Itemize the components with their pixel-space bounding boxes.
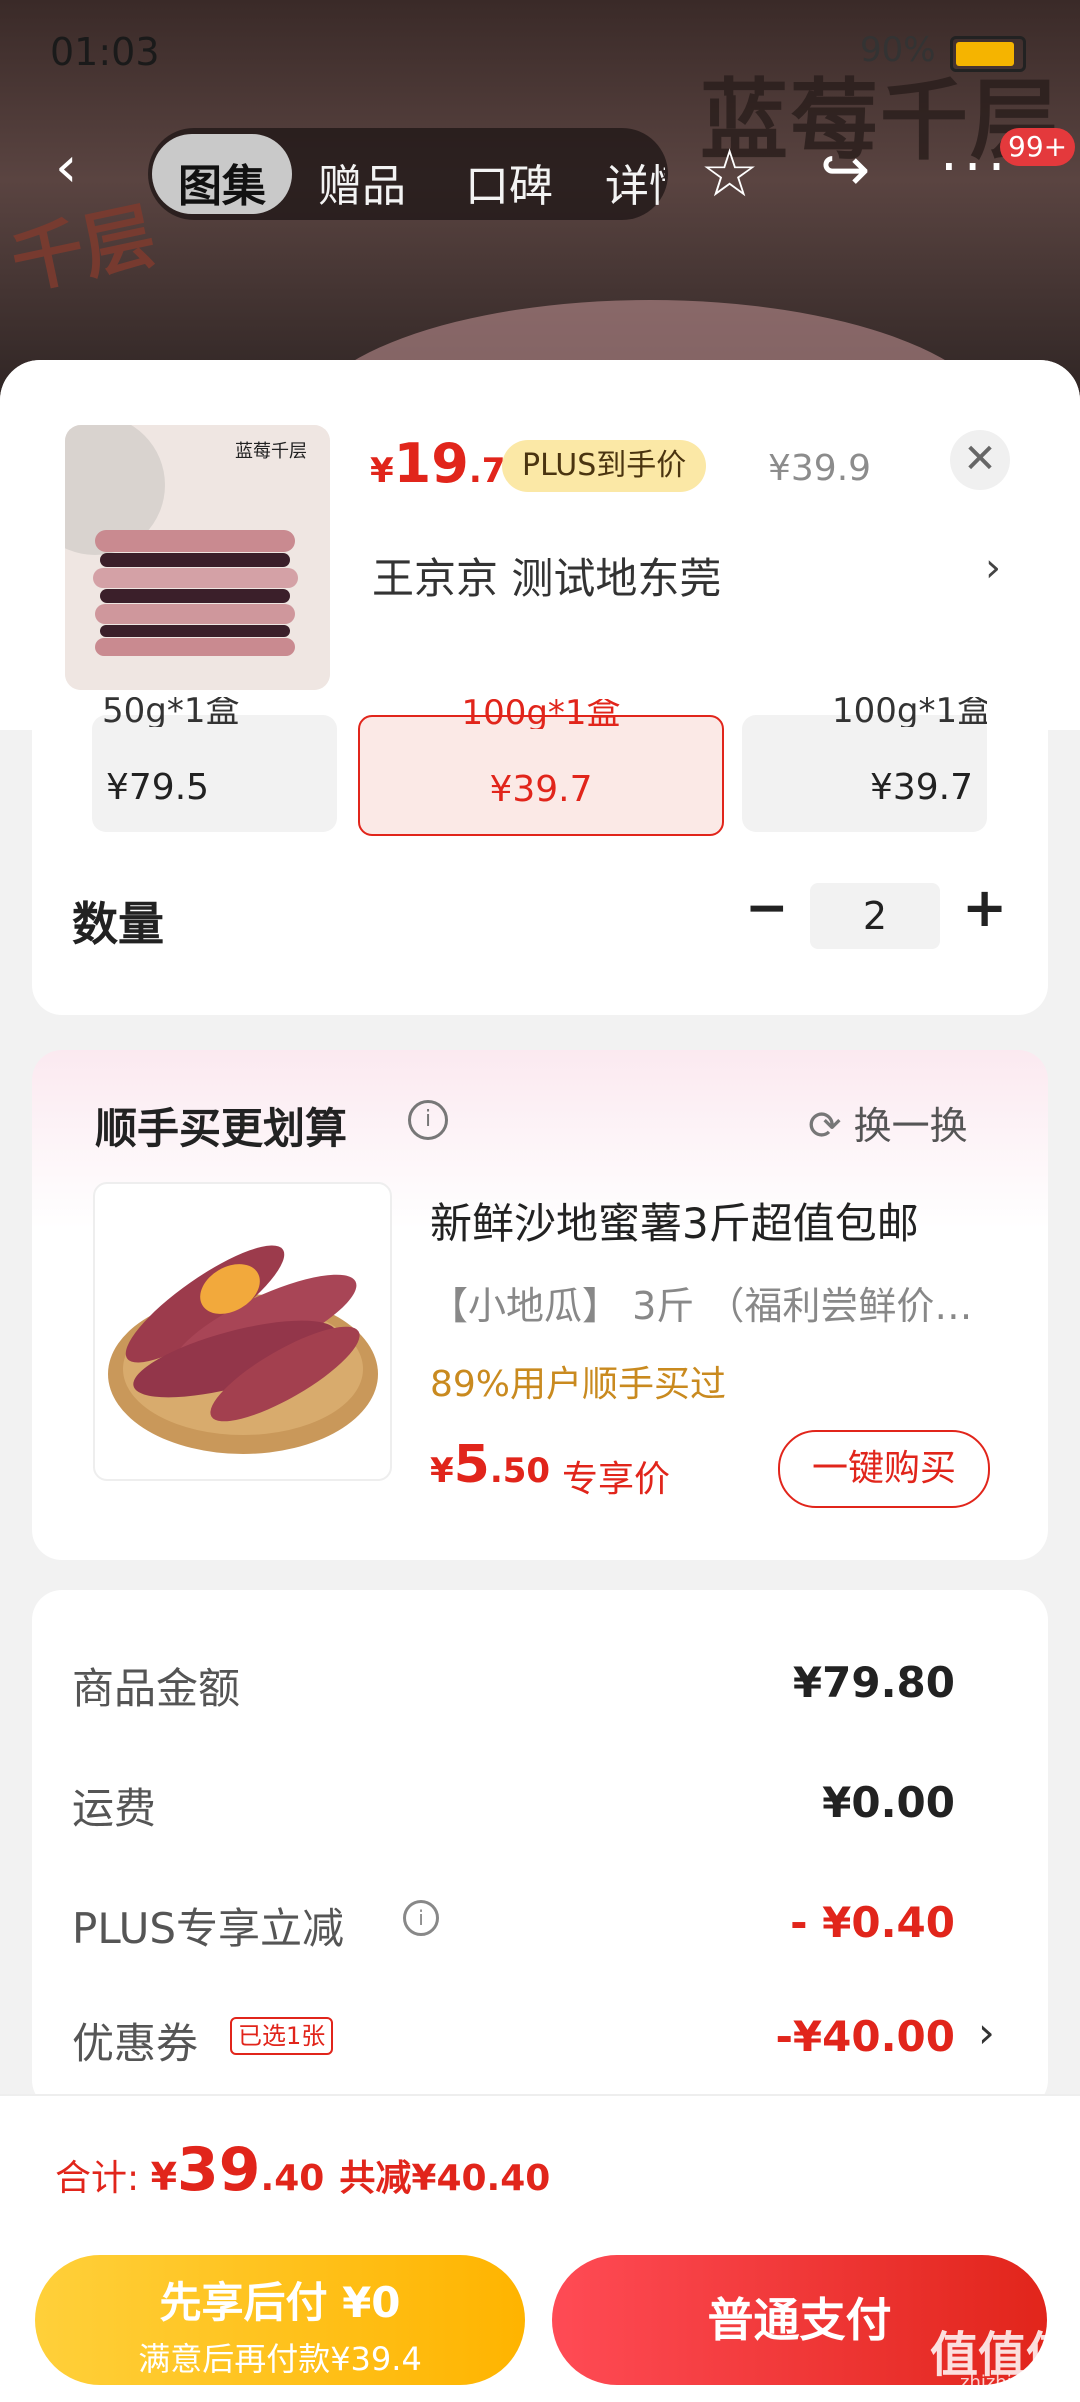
spec-option-3[interactable]: 100g*1盒 ¥39.7 — [742, 697, 987, 832]
pay-later-button[interactable]: 先享后付 ¥0 满意后再付款¥39.4 — [35, 2255, 525, 2385]
total-decimal: .40 — [260, 2158, 325, 2199]
watermark-url: zhizhizhi.com — [960, 2372, 1080, 2393]
quantity-input[interactable]: 2 — [810, 883, 940, 949]
pay-later-subtitle: 满意后再付款¥39.4 — [138, 2340, 422, 2378]
tab-gifts[interactable]: 赠品 — [318, 150, 406, 214]
total-symbol: ¥ — [150, 2155, 178, 2199]
product-price: ¥19.7 — [370, 432, 505, 495]
spec-option-2-selected[interactable]: 100g*1盒 ¥39.7 — [358, 699, 724, 836]
quantity-plus-button[interactable]: + — [962, 876, 1007, 939]
chevron-right-icon[interactable]: › — [978, 2008, 995, 2057]
addon-price-decimal: .50 — [489, 1451, 551, 1491]
coupon-selected-badge: 已选1张 — [230, 2017, 334, 2055]
swap-label: 换一换 — [853, 1104, 968, 1148]
delivery-address[interactable]: 王京京 测试地东莞 — [372, 545, 721, 606]
spec-option-weight: 100g*1盒 — [832, 697, 987, 727]
spec-option-weight: 50g*1盒 — [102, 697, 240, 727]
chevron-right-icon[interactable]: › — [985, 545, 1001, 591]
spec-option-weight: 100g*1盒 — [461, 699, 621, 729]
swap-button[interactable]: ⟳ 换一换 — [808, 1095, 968, 1150]
sweet-potato-image[interactable] — [93, 1182, 392, 1481]
addon-title: 顺手买更划算 — [95, 1104, 348, 1153]
share-icon[interactable]: ↪ — [820, 135, 870, 205]
one-click-buy-button[interactable]: 一键购买 — [778, 1430, 990, 1508]
quantity-label: 数量 — [72, 897, 164, 951]
total-saved: 共减¥40.40 — [339, 2158, 551, 2199]
addon-product-spec: 【小地瓜】 3斤 （福利尝鲜价… — [430, 1284, 973, 1328]
addon-price: ¥5.50 — [430, 1435, 550, 1495]
tab-reviews[interactable]: 口碑 — [465, 150, 553, 214]
price-decimal: .7 — [468, 451, 506, 491]
price-symbol: ¥ — [370, 451, 394, 491]
thumbnail-label: 蓝莓千层 — [235, 441, 307, 462]
goods-amount-label: 商品金额 — [72, 1664, 241, 1713]
goods-amount-value: ¥79.80 — [792, 1658, 955, 1707]
close-icon[interactable]: ✕ — [950, 430, 1010, 490]
message-count-badge: 99+ — [1000, 128, 1076, 166]
spec-option-price: ¥39.7 — [869, 767, 973, 808]
spec-option-price: ¥79.5 — [106, 767, 210, 808]
addon-price-tag: 专享价 — [562, 1459, 671, 1500]
tab-details[interactable]: 详情 — [605, 150, 665, 214]
coupon-value[interactable]: -¥40.00 — [775, 2012, 955, 2061]
info-icon[interactable]: i — [408, 1100, 448, 1140]
product-thumbnail: 蓝莓千层 — [65, 425, 330, 690]
spec-option-clip: 50g*1盒 — [92, 697, 337, 727]
shipping-value: ¥0.00 — [822, 1778, 955, 1827]
tab-gallery[interactable]: 图集 — [178, 150, 266, 214]
coupon-label[interactable]: 优惠券 — [72, 2010, 198, 2071]
plus-discount-value: - ¥0.40 — [790, 1898, 955, 1947]
original-price: ¥39.9 — [768, 448, 872, 489]
battery-text: 90% — [860, 30, 936, 70]
favorite-star-icon[interactable]: ☆ — [700, 135, 759, 212]
spec-option-price: ¥39.7 — [489, 769, 593, 810]
spec-option-clip: 100g*1盒 — [742, 697, 987, 727]
addon-price-symbol: ¥ — [430, 1451, 454, 1491]
refresh-icon: ⟳ — [808, 1103, 842, 1149]
plus-price-badge: PLUS到手价 — [502, 440, 707, 492]
shipping-label: 运费 — [72, 1784, 157, 1833]
total-integer: 39 — [177, 2135, 261, 2205]
price-integer: 19 — [393, 432, 469, 495]
quantity-minus-button[interactable]: − — [745, 878, 789, 938]
addon-price-integer: 5 — [453, 1435, 490, 1495]
back-icon[interactable]: ‹ — [55, 140, 115, 200]
battery-fill — [956, 42, 1014, 66]
addon-product-name[interactable]: 新鲜沙地蜜薯3斤超值包邮 — [430, 1190, 919, 1251]
info-icon[interactable]: i — [403, 1900, 439, 1936]
total-amount: 合计: ¥39.40 共减¥40.40 — [55, 2135, 550, 2205]
spec-option-1[interactable]: 50g*1盒 ¥79.5 — [92, 697, 337, 832]
pay-later-title: 先享后付 ¥0 — [159, 2278, 401, 2327]
plus-discount-label: PLUS专享立减 — [72, 1904, 345, 1953]
total-label: 合计: — [55, 2158, 151, 2199]
status-time: 01:03 — [50, 30, 160, 74]
spec-option-clip: 100g*1盒 — [360, 699, 722, 729]
addon-social-proof: 89%用户顺手买过 — [430, 1364, 727, 1405]
